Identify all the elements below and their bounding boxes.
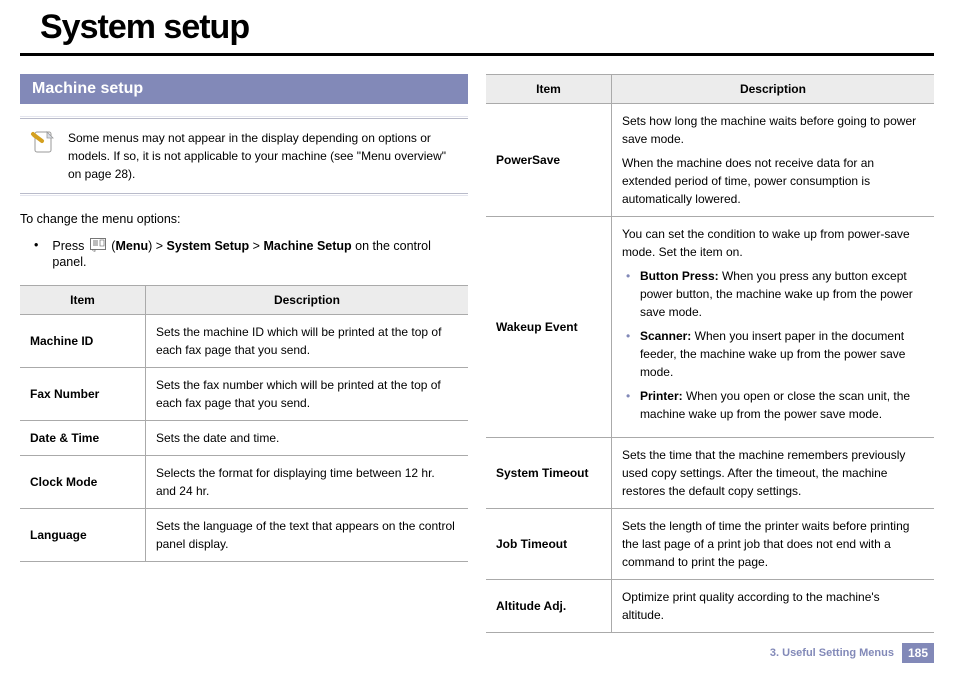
table-row: Date & Time Sets the date and time.	[20, 421, 468, 456]
footer-chapter: 3. Useful Setting Menus	[770, 647, 894, 659]
menu-button-icon: *#	[90, 238, 106, 255]
bullet-icon: •	[34, 238, 38, 269]
table-row: PowerSave Sets how long the machine wait…	[486, 104, 934, 217]
table-row: System Timeout Sets the time that the ma…	[486, 438, 934, 509]
table-row: Wakeup Event You can set the condition t…	[486, 217, 934, 438]
table-row: Language Sets the language of the text t…	[20, 509, 468, 562]
instruction-text: Press *# (Menu) > System Setup > Machine…	[52, 238, 468, 269]
right-column: Item Description PowerSave Sets how long…	[486, 74, 934, 633]
settings-table-left: Item Description Machine ID Sets the mac…	[20, 285, 468, 562]
settings-table-right: Item Description PowerSave Sets how long…	[486, 74, 934, 633]
col-header-description: Description	[611, 75, 934, 104]
title-bar: System setup	[20, 0, 934, 56]
left-column: Machine setup Some menus may not appear …	[20, 74, 468, 633]
note-icon	[30, 129, 56, 155]
table-row: Fax Number Sets the fax number which wil…	[20, 368, 468, 421]
table-row: Job Timeout Sets the length of time the …	[486, 509, 934, 580]
intro-text: To change the menu options:	[20, 212, 468, 226]
col-header-item: Item	[20, 286, 145, 315]
page-title: System setup	[40, 8, 914, 47]
instruction-row: • Press *# (Menu) > System Setup > Machi…	[34, 238, 468, 269]
table-row: Machine ID Sets the machine ID which wil…	[20, 315, 468, 368]
content-area: Machine setup Some menus may not appear …	[0, 56, 954, 633]
note-box: Some menus may not appear in the display…	[20, 118, 468, 194]
col-header-description: Description	[145, 286, 468, 315]
table-row: Clock Mode Selects the format for displa…	[20, 456, 468, 509]
footer-page-number: 185	[902, 643, 934, 663]
col-header-item: Item	[486, 75, 611, 104]
section-header: Machine setup	[20, 74, 468, 104]
page-footer: 3. Useful Setting Menus 185	[770, 643, 934, 663]
note-text: Some menus may not appear in the display…	[68, 131, 446, 181]
table-row: Altitude Adj. Optimize print quality acc…	[486, 580, 934, 633]
